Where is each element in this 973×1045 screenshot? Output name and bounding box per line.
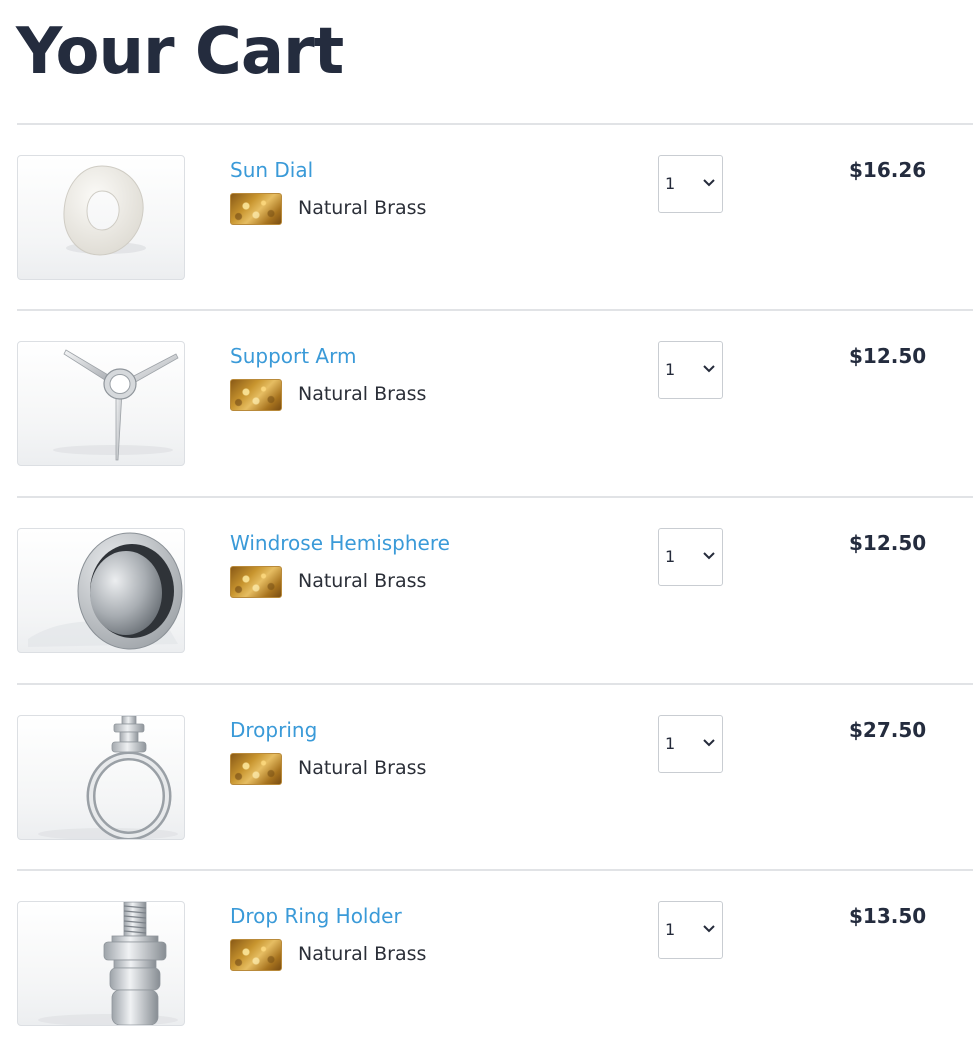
divider [17, 683, 973, 685]
item-price: $12.50 [849, 531, 927, 555]
quantity-select[interactable]: 1 [658, 901, 723, 959]
material-swatch[interactable] [230, 939, 282, 971]
chevron-down-icon [703, 552, 715, 560]
item-price: $13.50 [849, 904, 927, 928]
divider [17, 123, 973, 125]
chevron-down-icon [703, 365, 715, 373]
chevron-down-icon [703, 179, 715, 187]
product-name-link[interactable]: Sun Dial [230, 156, 313, 184]
cart-item-drop-ring-holder: Drop Ring Holder Natural Brass 1 $13.50 [0, 901, 973, 1031]
product-name-link[interactable]: Support Arm [230, 342, 356, 370]
drop-ring-icon [38, 716, 178, 839]
item-price: $16.26 [849, 158, 927, 182]
quantity-value: 1 [665, 547, 676, 566]
divider [17, 496, 973, 498]
chevron-down-icon [703, 739, 715, 747]
hemisphere-icon [28, 532, 183, 650]
threaded-post-icon [38, 902, 178, 1025]
cart-page: Your Cart Sun Dial Natural Brass 1 $16.2… [0, 0, 973, 1045]
product-image[interactable] [17, 528, 185, 653]
product-image[interactable] [17, 341, 185, 466]
cart-item-sun-dial: Sun Dial Natural Brass 1 $16.26 [0, 155, 973, 285]
quantity-value: 1 [665, 734, 676, 753]
divider [17, 869, 973, 871]
material-swatch[interactable] [230, 753, 282, 785]
quantity-select[interactable]: 1 [658, 715, 723, 773]
quantity-value: 1 [665, 174, 676, 193]
chevron-down-icon [703, 925, 715, 933]
product-name-link[interactable]: Drop Ring Holder [230, 902, 402, 930]
material-label: Natural Brass [298, 757, 427, 779]
three-arm-bracket-icon [53, 349, 179, 461]
item-price: $27.50 [849, 718, 927, 742]
washer-ring-icon [63, 165, 146, 256]
material-label: Natural Brass [298, 943, 427, 965]
quantity-select[interactable]: 1 [658, 528, 723, 586]
material-swatch[interactable] [230, 566, 282, 598]
quantity-select[interactable]: 1 [658, 341, 723, 399]
cart-item-support-arm: Support Arm Natural Brass 1 $12.50 [0, 341, 973, 471]
material-label: Natural Brass [298, 570, 427, 592]
quantity-value: 1 [665, 920, 676, 939]
product-name-link[interactable]: Dropring [230, 716, 317, 744]
product-image[interactable] [17, 155, 185, 280]
material-swatch[interactable] [230, 193, 282, 225]
quantity-value: 1 [665, 360, 676, 379]
divider [17, 309, 973, 311]
cart-item-windrose-hemisphere: Windrose Hemisphere Natural Brass 1 $12.… [0, 528, 973, 658]
product-name-link[interactable]: Windrose Hemisphere [230, 529, 450, 557]
page-title: Your Cart [16, 15, 344, 89]
cart-item-dropring: Dropring Natural Brass 1 $27.50 [0, 715, 973, 845]
quantity-select[interactable]: 1 [658, 155, 723, 213]
product-image[interactable] [17, 715, 185, 840]
material-swatch[interactable] [230, 379, 282, 411]
material-label: Natural Brass [298, 383, 427, 405]
item-price: $12.50 [849, 344, 927, 368]
material-label: Natural Brass [298, 197, 427, 219]
product-image[interactable] [17, 901, 185, 1026]
